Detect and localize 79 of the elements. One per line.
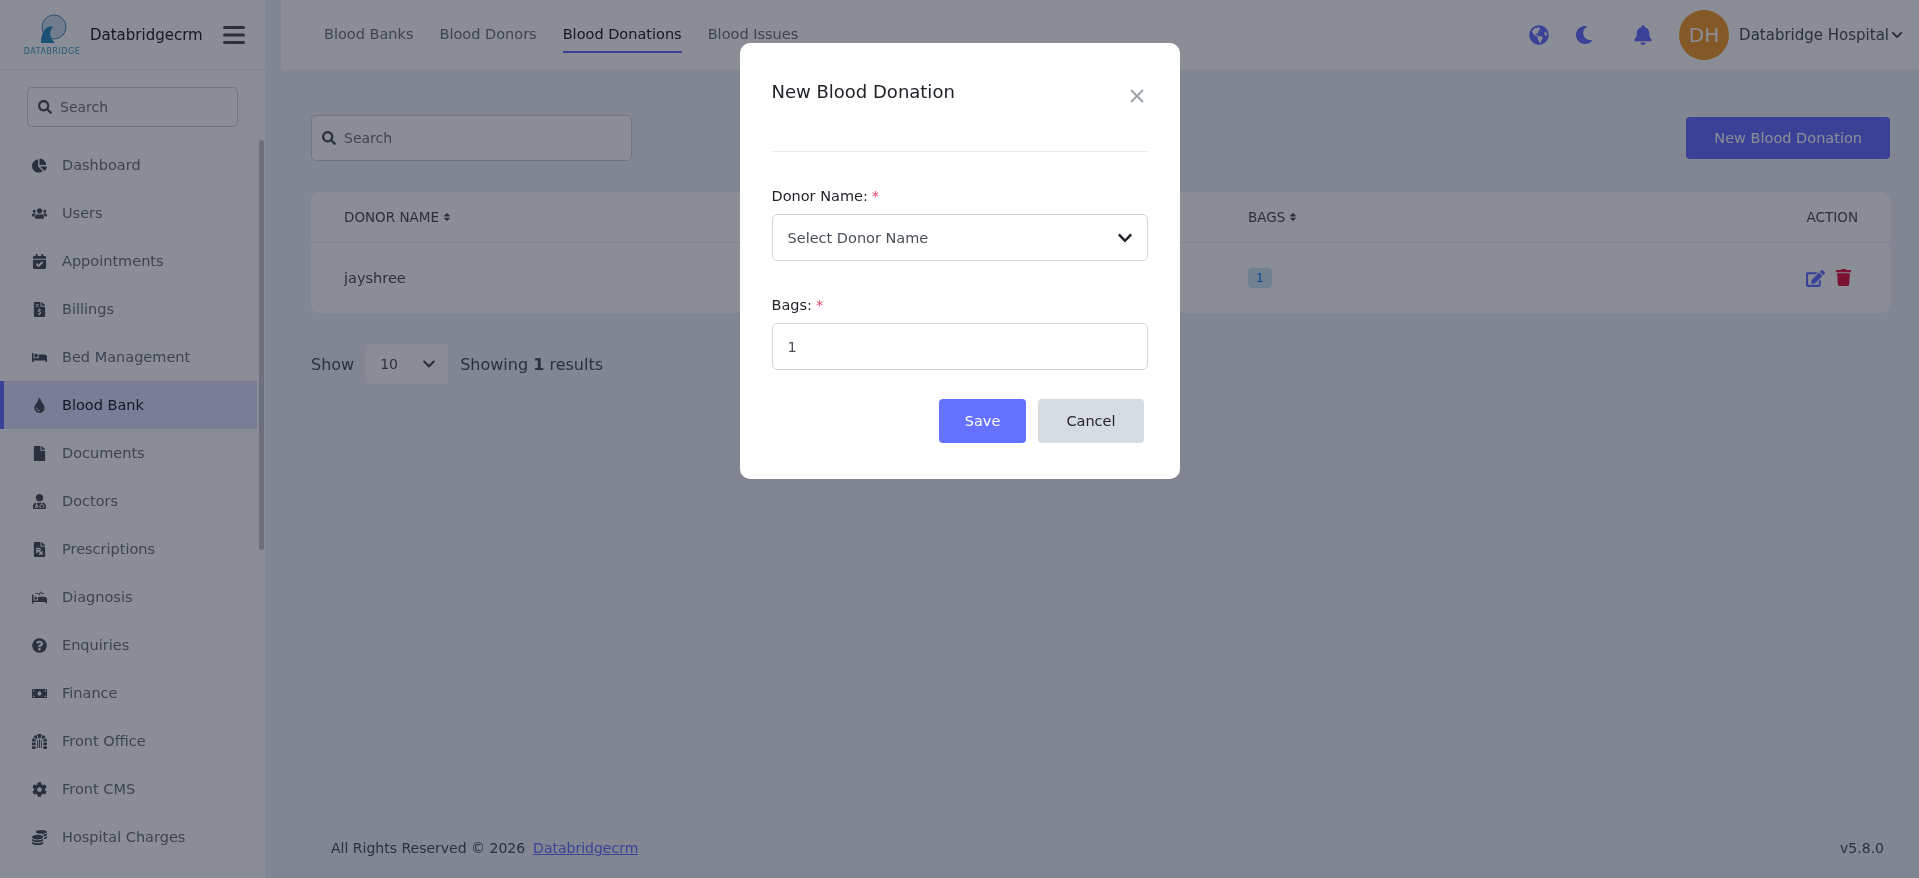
- column-header[interactable]: BAGS: [1248, 209, 1299, 225]
- donor-select[interactable]: Select Donor Name: [771, 214, 1148, 261]
- column-header: ACTION: [1806, 209, 1858, 225]
- sidebar-item[interactable]: Prescriptions: [0, 525, 257, 573]
- globe-icon[interactable]: [1529, 25, 1550, 45]
- sidebar-item[interactable]: Hospital Charges: [0, 813, 257, 861]
- results-summary: Showing 1 results: [460, 354, 603, 374]
- archway-icon: [30, 733, 48, 749]
- sidebar-item-label: Appointments: [62, 253, 164, 269]
- sidebar-item-label: Billings: [62, 301, 114, 317]
- question-icon: [30, 637, 48, 653]
- cancel-button[interactable]: Cancel: [1038, 399, 1144, 443]
- delete-icon[interactable]: [1835, 268, 1852, 288]
- footer-link[interactable]: Databridgecrm: [533, 840, 639, 856]
- sidebar-item[interactable]: Users: [0, 189, 257, 237]
- sidebar-item-label: Prescriptions: [62, 541, 156, 557]
- version-text: v5.8.0: [1840, 840, 1884, 856]
- sidebar-item[interactable]: Bed Management: [0, 333, 257, 381]
- notification-icon[interactable]: [1633, 25, 1654, 45]
- sidebar-item-label: Users: [62, 205, 103, 221]
- edit-icon[interactable]: [1806, 268, 1825, 288]
- sidebar-item[interactable]: Front Office: [0, 717, 257, 765]
- search-icon: [38, 100, 52, 114]
- tab[interactable]: Blood Banks: [324, 17, 414, 53]
- modal-title: New Blood Donation: [771, 81, 955, 102]
- user-avatar[interactable]: DH: [1679, 10, 1730, 60]
- sidebar-item-label: Finance: [62, 685, 118, 701]
- sidebar-item[interactable]: Billings: [0, 285, 257, 333]
- save-button[interactable]: Save: [938, 399, 1027, 443]
- copyright-text: All Rights Reserved © 2026: [331, 840, 526, 856]
- field-label: Bags: *: [771, 297, 825, 313]
- calendar-icon: [30, 253, 48, 269]
- user-menu[interactable]: Databridge Hospital: [1739, 26, 1903, 44]
- menu-icon[interactable]: [223, 24, 245, 45]
- sidebar-item[interactable]: Diagnosis: [0, 573, 257, 621]
- sidebar-item[interactable]: Appointments: [0, 237, 257, 285]
- sidebar-item-label: Bed Management: [62, 349, 191, 365]
- sidebar-item-label: Front Office: [62, 733, 146, 749]
- sort-icon: [1288, 212, 1299, 222]
- sidebar-item[interactable]: Finance: [0, 669, 257, 717]
- coins-icon: [30, 829, 48, 845]
- sidebar-item-label: Front CMS: [62, 781, 136, 797]
- brand-name: Databridgecrm: [90, 25, 204, 44]
- sidebar-search-field[interactable]: Search: [27, 87, 238, 127]
- table-cell: jayshree: [344, 270, 406, 286]
- field-label: Donor Name: *: [771, 188, 881, 204]
- sidebar-item-label: Hospital Charges: [62, 829, 186, 845]
- search-icon: [322, 131, 336, 145]
- tab[interactable]: Blood Donors: [439, 17, 537, 53]
- doctor-icon: [30, 493, 48, 509]
- search-field[interactable]: Search: [311, 115, 632, 161]
- pie-chart-icon: [30, 157, 48, 173]
- sidebar-item[interactable]: Doctors: [0, 477, 257, 525]
- moon-icon[interactable]: [1575, 26, 1594, 44]
- patient-icon: [30, 589, 48, 605]
- sidebar-item-label: Enquiries: [62, 637, 130, 653]
- sidebar-item-label: Documents: [62, 445, 145, 461]
- sidebar-item-label: Doctors: [62, 493, 119, 509]
- column-header[interactable]: DONOR NAME: [344, 209, 452, 225]
- new-blood-donation-button[interactable]: New Blood Donation: [1686, 117, 1890, 159]
- sidebar-item-label: Blood Bank: [62, 397, 144, 413]
- show-label: Show: [311, 354, 355, 374]
- sidebar-item-label: Diagnosis: [62, 589, 133, 605]
- sidebar-item-label: Dashboard: [62, 157, 141, 173]
- chevron-icon: [1891, 29, 1903, 41]
- sort-icon: [441, 212, 452, 222]
- sidebar-item[interactable]: Enquiries: [0, 621, 257, 669]
- gear-icon: [30, 781, 48, 797]
- sidebar-item[interactable]: Dashboard: [0, 141, 257, 189]
- tab[interactable]: Blood Donations: [562, 17, 682, 53]
- sidebar-item[interactable]: Blood Bank: [0, 381, 257, 429]
- sidebar-item[interactable]: Documents: [0, 429, 257, 477]
- logo-text: DATABRIDGE: [23, 47, 81, 56]
- scrollbar-thumb[interactable]: [259, 140, 264, 550]
- input-field[interactable]: 1: [771, 323, 1148, 370]
- users-icon: [30, 205, 48, 221]
- bags-badge: 1: [1248, 268, 1272, 288]
- page-size-select[interactable]: 10: [366, 344, 449, 384]
- sidebar-item[interactable]: Front CMS: [0, 765, 257, 813]
